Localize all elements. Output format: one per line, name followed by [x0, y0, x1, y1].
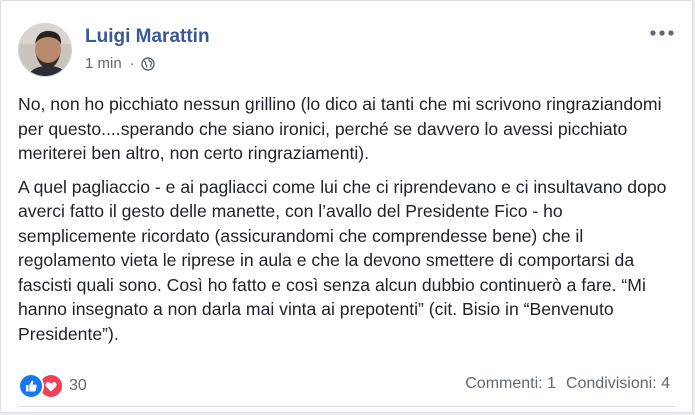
like-icon: [18, 373, 44, 399]
reaction-count[interactable]: 30: [69, 377, 87, 395]
post-paragraph-1: No, non ho picchiato nessun grillino (lo…: [18, 94, 662, 163]
meta-separator: ·: [129, 55, 135, 72]
avatar-photo: [19, 24, 71, 76]
footer-divider: [18, 406, 675, 407]
post-body: No, non ho picchiato nessun grillino (lo…: [18, 92, 683, 355]
author-name[interactable]: Luigi Marattin: [85, 26, 210, 48]
comments-count-link[interactable]: Commenti: 1: [465, 375, 556, 393]
avatar[interactable]: [18, 23, 72, 77]
more-options-icon[interactable]: [648, 23, 676, 43]
post-timestamp[interactable]: 1 min: [85, 55, 122, 72]
globe-icon[interactable]: [140, 56, 155, 71]
post-card: Luigi Marattin 1 min · No, non ho picchi…: [0, 0, 693, 413]
shares-count-link[interactable]: Condivisioni: 4: [566, 375, 670, 393]
reactions-summary[interactable]: 30: [18, 373, 87, 399]
post-meta: 1 min ·: [85, 55, 155, 72]
post-paragraph-2: A quel pagliaccio - e ai pagliacci come …: [18, 176, 667, 344]
engagement-stats: Commenti: 1 Condivisioni: 4: [465, 375, 670, 393]
